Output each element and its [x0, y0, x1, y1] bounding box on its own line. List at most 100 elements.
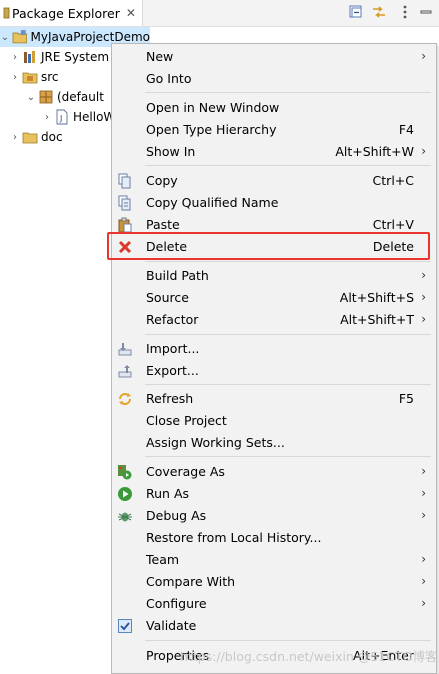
menu-item-close-project[interactable]: Close Project	[112, 410, 436, 432]
menu-item-label: Export...	[146, 363, 199, 378]
menu-separator	[145, 165, 431, 166]
menu-item-show-in[interactable]: Show In Alt+Shift+W ›	[112, 141, 436, 163]
menu-item-export[interactable]: Export...	[112, 360, 436, 382]
menu-item-coverage-as[interactable]: Coverage As ›	[112, 461, 436, 483]
tree-item-doc[interactable]: › doc	[10, 127, 63, 147]
source-folder-icon	[22, 72, 38, 84]
menu-item-label: Copy Qualified Name	[146, 195, 279, 210]
folder-icon	[22, 132, 38, 144]
tree-item-label: JRE System	[41, 50, 110, 64]
menu-item-label: Source	[146, 290, 189, 305]
menu-item-restore-local-history[interactable]: Restore from Local History...	[112, 527, 436, 549]
expand-arrow-icon[interactable]: ›	[10, 72, 20, 83]
tree-item-label: src	[41, 70, 59, 84]
java-project-icon	[12, 30, 27, 44]
package-explorer-tab[interactable]: Package Explorer ✕	[0, 0, 143, 26]
close-icon[interactable]: ✕	[126, 6, 136, 20]
delete-highlight-box	[107, 232, 430, 260]
expand-arrow-icon[interactable]: ›	[10, 52, 20, 63]
menu-item-label: Refresh	[146, 391, 194, 406]
tree-item-label: (default	[57, 90, 104, 104]
menu-item-validate[interactable]: Validate	[112, 615, 436, 637]
view-header: Package Explorer ✕	[0, 0, 439, 27]
menu-item-assign-working-sets[interactable]: Assign Working Sets...	[112, 432, 436, 454]
menu-item-open-type-hierarchy[interactable]: Open Type Hierarchy F4	[112, 119, 436, 141]
menu-item-properties[interactable]: Properties Alt+Enter	[112, 645, 436, 667]
menu-item-run-as[interactable]: Run As ›	[112, 483, 436, 505]
submenu-arrow-icon: ›	[421, 464, 426, 478]
menu-item-label: Debug As	[146, 508, 207, 523]
menu-separator	[145, 92, 431, 93]
export-icon	[118, 365, 132, 378]
menu-item-copy-qualified-name[interactable]: Copy Qualified Name	[112, 192, 436, 214]
menu-shortcut: Ctrl+C	[372, 173, 414, 188]
submenu-arrow-icon: ›	[421, 508, 426, 522]
menu-item-label: Go Into	[146, 71, 192, 86]
menu-item-label: Build Path	[146, 268, 209, 283]
menu-item-label: Compare With	[146, 574, 236, 589]
view-menu-icon[interactable]	[397, 4, 413, 20]
copy-icon	[118, 173, 131, 189]
menu-shortcut: Alt+Shift+T	[340, 312, 414, 327]
menu-item-refresh[interactable]: Refresh F5	[112, 388, 436, 410]
menu-item-label: Restore from Local History...	[146, 530, 322, 545]
submenu-arrow-icon: ›	[421, 144, 426, 158]
copy-qualified-name-icon	[118, 195, 131, 211]
tree-item-hello[interactable]: › J HelloW	[42, 107, 115, 127]
menu-separator	[145, 384, 431, 385]
menu-item-import[interactable]: Import...	[112, 338, 436, 360]
menu-item-go-into[interactable]: Go Into	[112, 68, 436, 90]
menu-item-label: Properties	[146, 648, 210, 663]
menu-separator	[145, 640, 431, 641]
package-explorer-icon	[3, 7, 10, 19]
menu-item-label: Assign Working Sets...	[146, 435, 285, 450]
run-icon	[118, 487, 132, 501]
expand-arrow-icon[interactable]: ⌄	[26, 92, 36, 103]
svg-text:J: J	[59, 114, 62, 123]
paste-icon	[118, 217, 132, 233]
submenu-arrow-icon: ›	[421, 312, 426, 326]
menu-item-label: New	[146, 49, 174, 64]
library-icon	[24, 51, 35, 63]
menu-item-build-path[interactable]: Build Path ›	[112, 265, 436, 287]
menu-item-label: Close Project	[146, 413, 227, 428]
menu-item-compare-with[interactable]: Compare With ›	[112, 571, 436, 593]
menu-item-label: Show In	[146, 144, 196, 159]
menu-item-label: Validate	[146, 618, 197, 633]
expand-arrow-icon[interactable]: ⌄	[0, 32, 10, 43]
submenu-arrow-icon: ›	[421, 596, 426, 610]
collapse-all-icon[interactable]	[348, 4, 364, 20]
tree-item-src[interactable]: › src	[10, 67, 59, 87]
menu-item-new[interactable]: New ›	[112, 46, 436, 68]
expand-arrow-icon[interactable]: ›	[42, 112, 52, 123]
menu-item-copy[interactable]: Copy Ctrl+C	[112, 170, 436, 192]
tree-item-jre[interactable]: › JRE System	[10, 47, 109, 67]
menu-item-label: Open in New Window	[146, 100, 280, 115]
debug-bug-icon	[118, 512, 132, 522]
menu-item-label: Run As	[146, 486, 190, 501]
menu-item-label: Paste	[146, 217, 180, 232]
menu-item-team[interactable]: Team ›	[112, 549, 436, 571]
menu-shortcut: F4	[398, 122, 414, 137]
coverage-icon	[118, 465, 132, 480]
tree-item-label: doc	[41, 130, 63, 144]
java-file-icon: J	[56, 109, 68, 125]
expand-arrow-icon[interactable]: ›	[10, 132, 20, 143]
menu-item-refactor[interactable]: Refactor Alt+Shift+T ›	[112, 309, 436, 331]
menu-shortcut: Alt+Enter	[353, 648, 414, 663]
menu-item-configure[interactable]: Configure ›	[112, 593, 436, 615]
menu-item-source[interactable]: Source Alt+Shift+S ›	[112, 287, 436, 309]
menu-item-label: Import...	[146, 341, 200, 356]
tree-item-label: MyJavaProjectDemo	[30, 30, 150, 44]
tree-item-default-package[interactable]: ⌄ (default	[26, 87, 104, 107]
menu-item-label: Coverage As	[146, 464, 225, 479]
menu-item-label: Team	[146, 552, 180, 567]
submenu-arrow-icon: ›	[421, 268, 426, 282]
menu-item-label: Configure	[146, 596, 207, 611]
link-with-editor-icon[interactable]	[371, 4, 387, 20]
menu-item-open-in-new-window[interactable]: Open in New Window	[112, 97, 436, 119]
menu-separator	[145, 261, 431, 262]
minimize-icon[interactable]	[418, 4, 434, 20]
menu-item-debug-as[interactable]: Debug As ›	[112, 505, 436, 527]
menu-item-label: Refactor	[146, 312, 199, 327]
